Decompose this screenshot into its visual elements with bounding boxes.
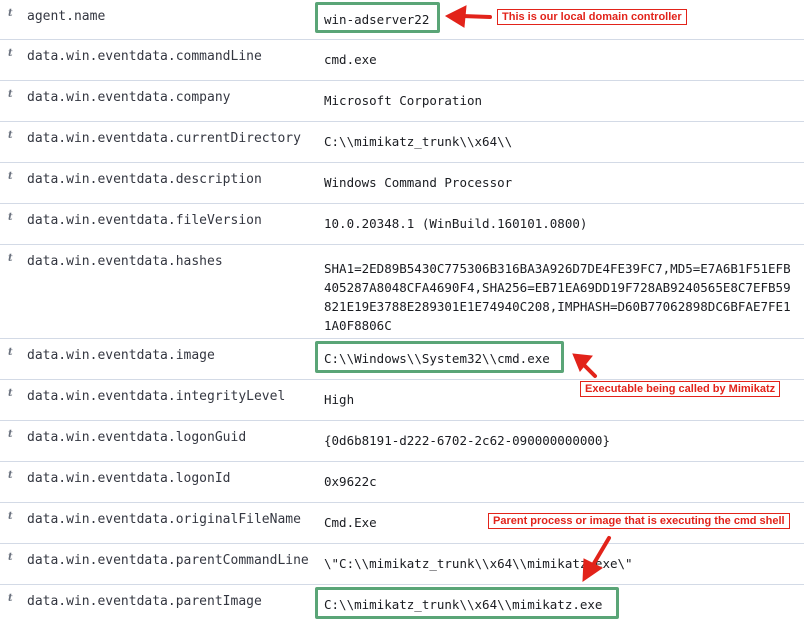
field-value: \"C:\\mimikatz_trunk\\x64\\mimikatz.exe\… (324, 556, 633, 571)
field-name: data.win.eventdata.originalFileName (27, 512, 301, 527)
field-row-description[interactable]: t data.win.eventdata.description Windows… (0, 163, 804, 204)
string-type-icon: t (8, 89, 13, 100)
string-type-icon: t (8, 212, 13, 223)
string-type-icon: t (8, 429, 13, 440)
field-value: C:\\mimikatz_trunk\\x64\\ (324, 134, 513, 149)
string-type-icon: t (8, 511, 13, 522)
field-name: data.win.eventdata.parentImage (27, 594, 262, 609)
string-type-icon: t (8, 171, 13, 182)
field-row-currentdirectory[interactable]: t data.win.eventdata.currentDirectory C:… (0, 122, 804, 163)
field-name: data.win.eventdata.description (27, 172, 262, 187)
field-name: data.win.eventdata.image (27, 348, 215, 363)
field-value: 10.0.20348.1 (WinBuild.160101.0800) (324, 216, 588, 231)
field-row-logonguid[interactable]: t data.win.eventdata.logonGuid {0d6b8191… (0, 421, 804, 462)
string-type-icon: t (8, 388, 13, 399)
string-type-icon: t (8, 253, 13, 264)
field-value: 0x9622c (324, 474, 377, 489)
string-type-icon: t (8, 347, 13, 358)
field-row-logonid[interactable]: t data.win.eventdata.logonId 0x9622c (0, 462, 804, 503)
field-name: data.win.eventdata.logonGuid (27, 430, 247, 445)
field-name: data.win.eventdata.company (27, 90, 231, 105)
string-type-icon: t (8, 470, 13, 481)
highlight-agent-name (315, 2, 440, 33)
annotation-executable: Executable being called by Mimikatz (580, 381, 781, 397)
field-name: data.win.eventdata.commandLine (27, 49, 262, 64)
string-type-icon: t (8, 130, 13, 141)
string-type-icon: t (8, 48, 13, 59)
annotation-parent-process: Parent process or image that is executin… (488, 513, 790, 529)
string-type-icon: t (8, 593, 13, 604)
annotation-domain-controller: This is our local domain controller (497, 9, 687, 25)
field-value: Microsoft Corporation (324, 93, 483, 108)
field-name: data.win.eventdata.logonId (27, 471, 231, 486)
field-value: Windows Command Processor (324, 175, 513, 190)
field-value: {0d6b8191-d222-6702-2c62-090000000000} (324, 433, 610, 448)
string-type-icon: t (8, 8, 13, 19)
field-row-parentcommandline[interactable]: t data.win.eventdata.parentCommandLine \… (0, 544, 804, 585)
field-name: data.win.eventdata.fileVersion (27, 213, 262, 228)
field-value: cmd.exe (324, 52, 377, 67)
field-name: data.win.eventdata.hashes (27, 254, 223, 269)
document-fields-table: t agent.name win-adserver22 t data.win.e… (0, 0, 804, 625)
field-name: data.win.eventdata.currentDirectory (27, 131, 301, 146)
field-name: agent.name (27, 9, 106, 24)
highlight-parent-image (315, 587, 619, 619)
field-row-hashes[interactable]: t data.win.eventdata.hashes SHA1=2ED89B5… (0, 245, 804, 339)
field-name: data.win.eventdata.parentCommandLine (27, 553, 309, 568)
highlight-image (315, 341, 564, 373)
field-value: SHA1=2ED89B5430C775306B316BA3A926D7DE4FE… (324, 261, 791, 333)
string-type-icon: t (8, 552, 13, 563)
field-row-commandline[interactable]: t data.win.eventdata.commandLine cmd.exe (0, 40, 804, 81)
field-name: data.win.eventdata.integrityLevel (27, 389, 286, 404)
field-row-fileversion[interactable]: t data.win.eventdata.fileVersion 10.0.20… (0, 204, 804, 245)
field-row-company[interactable]: t data.win.eventdata.company Microsoft C… (0, 81, 804, 122)
